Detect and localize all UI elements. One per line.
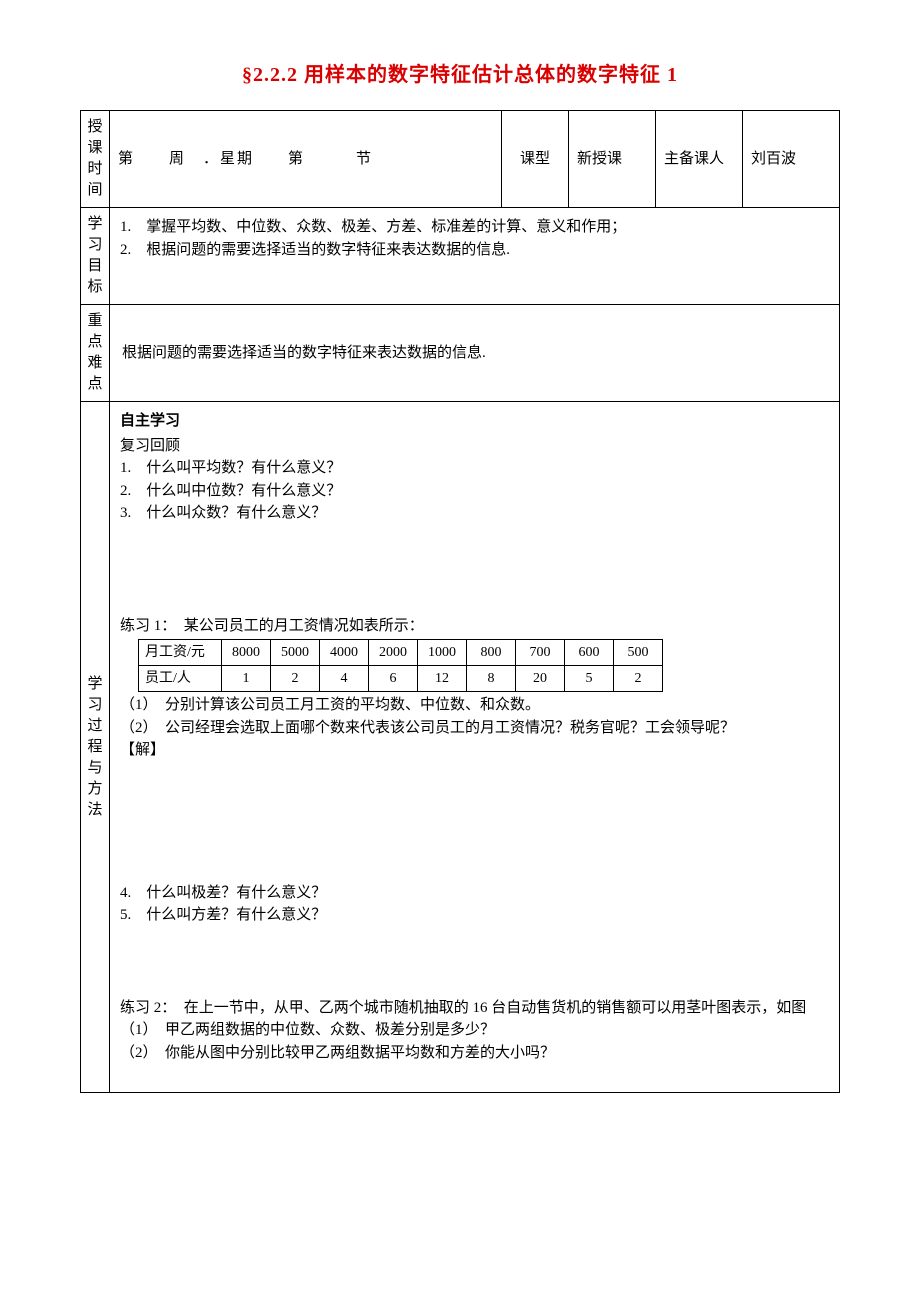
row-process: 学习过程与方法 自主学习 复习回顾 1. 什么叫平均数？有什么意义？ 2. 什么… [81,402,840,1093]
exercise1-q1: （1） 分别计算该公司员工月工资的平均数、中位数、和众数。 [120,694,829,717]
salary-cell: 2 [271,666,320,692]
objective-item: 1. 掌握平均数、中位数、众数、极差、方差、标准差的计算、意义和作用； [120,216,829,239]
salary-cell: 600 [565,640,614,666]
exercise2-q2: （2） 你能从图中分别比较甲乙两组数据平均数和方差的大小吗？ [120,1042,829,1065]
review-item: 5. 什么叫方差？有什么意义？ [120,904,829,927]
salary-cell: 1 [222,666,271,692]
salary-cell: 800 [467,640,516,666]
process-content: 自主学习 复习回顾 1. 什么叫平均数？有什么意义？ 2. 什么叫中位数？有什么… [110,402,840,1093]
salary-cell: 2000 [369,640,418,666]
salary-cell: 2 [614,666,663,692]
label-time: 授课时间 [81,111,110,208]
salary-cell: 8000 [222,640,271,666]
salary-row-label: 月工资/元 [139,640,222,666]
review-item: 3. 什么叫众数？有什么意义？ [120,502,829,525]
review-item: 1. 什么叫平均数？有什么意义？ [120,457,829,480]
self-study-heading: 自主学习 [120,410,829,433]
objectives-content: 1. 掌握平均数、中位数、众数、极差、方差、标准差的计算、意义和作用； 2. 根… [110,208,840,305]
label-ktype: 课型 [502,111,569,208]
review-heading: 复习回顾 [120,435,829,458]
value-preparer: 刘百波 [743,111,840,208]
salary-cell: 700 [516,640,565,666]
lesson-plan-table: 授课时间 第 周 ．星期 第 节 课型 新授课 主备课人 刘百波 学习目标 1.… [80,110,840,1093]
page-title: §2.2.2 用样本的数字特征估计总体的数字特征 1 [80,60,840,90]
exercise2-title: 练习 2： 在上一节中，从甲、乙两个城市随机抽取的 16 台自动售货机的销售额可… [120,997,829,1020]
objective-item: 2. 根据问题的需要选择适当的数字特征来表达数据的信息. [120,239,829,262]
label-preparer: 主备课人 [656,111,743,208]
row-objectives: 学习目标 1. 掌握平均数、中位数、众数、极差、方差、标准差的计算、意义和作用；… [81,208,840,305]
salary-cell: 6 [369,666,418,692]
row-schedule: 授课时间 第 周 ．星期 第 节 课型 新授课 主备课人 刘百波 [81,111,840,208]
exercise1-answer-label: 【解】 [120,739,829,762]
salary-cell: 1000 [418,640,467,666]
label-keypoints: 重点难点 [81,305,110,402]
table-row: 员工/人 1 2 4 6 12 8 20 5 2 [139,666,663,692]
keypoints-text: 根据问题的需要选择适当的数字特征来表达数据的信息. [118,332,831,375]
salary-cell: 12 [418,666,467,692]
keypoints-content: 根据问题的需要选择适当的数字特征来表达数据的信息. [110,305,840,402]
salary-cell: 8 [467,666,516,692]
salary-row-label: 员工/人 [139,666,222,692]
review-item: 2. 什么叫中位数？有什么意义？ [120,480,829,503]
exercise2-q1: （1） 甲乙两组数据的中位数、众数、极差分别是多少？ [120,1019,829,1042]
salary-cell: 20 [516,666,565,692]
label-objectives: 学习目标 [81,208,110,305]
salary-cell: 5000 [271,640,320,666]
review-item: 4. 什么叫极差？有什么意义？ [120,882,829,905]
row-keypoints: 重点难点 根据问题的需要选择适当的数字特征来表达数据的信息. [81,305,840,402]
label-process: 学习过程与方法 [81,402,110,1093]
table-row: 月工资/元 8000 5000 4000 2000 1000 800 700 6… [139,640,663,666]
schedule-cell: 第 周 ．星期 第 节 [110,111,502,208]
exercise1-title: 练习 1： 某公司员工的月工资情况如表所示： [120,615,829,638]
exercise1-q2: （2） 公司经理会选取上面哪个数来代表该公司员工的月工资情况？税务官呢？工会领导… [120,717,829,740]
salary-table: 月工资/元 8000 5000 4000 2000 1000 800 700 6… [138,639,663,692]
value-ktype: 新授课 [569,111,656,208]
salary-cell: 4 [320,666,369,692]
salary-cell: 500 [614,640,663,666]
salary-cell: 5 [565,666,614,692]
salary-cell: 4000 [320,640,369,666]
